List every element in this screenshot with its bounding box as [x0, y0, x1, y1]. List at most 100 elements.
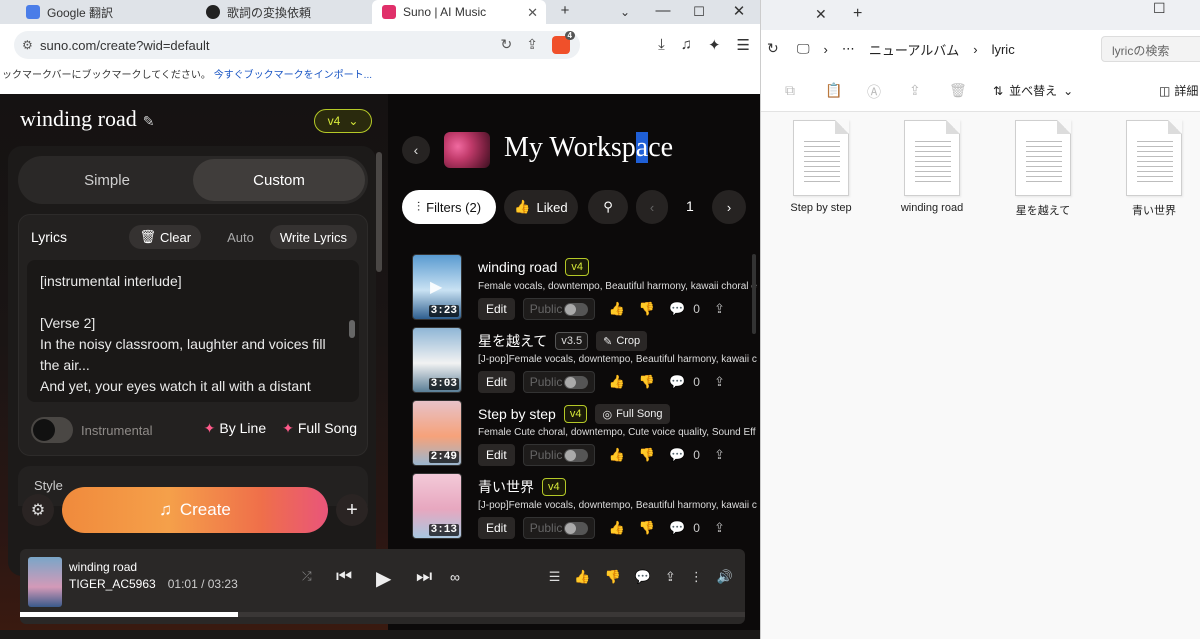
custom-mode-button[interactable]: Custom [193, 159, 365, 201]
song-title[interactable]: 青い世界 [478, 477, 534, 497]
player-cover[interactable] [28, 557, 62, 607]
music-icon[interactable]: ♫ [681, 36, 692, 54]
write-lyrics-button[interactable]: Write Lyrics [269, 225, 357, 249]
song-cover[interactable]: 2:49 [412, 400, 462, 466]
breadcrumb-item[interactable]: lyric [992, 42, 1015, 57]
song-title[interactable]: Step by step [478, 406, 556, 422]
share-icon[interactable]: ⇪ [714, 374, 725, 390]
song-cover[interactable]: 3:03 [412, 327, 462, 393]
next-track-icon[interactable]: ⏭ [416, 566, 432, 587]
minimize-icon[interactable]: — [652, 2, 674, 19]
sort-button[interactable]: ⇅ 並べ替え ⌄ [993, 82, 1073, 99]
auto-lyrics-button[interactable]: Auto [217, 225, 264, 249]
breadcrumb-item[interactable]: ニューアルバム [869, 40, 959, 59]
close-tab-icon[interactable]: ✕ [527, 5, 538, 21]
thumb-down-icon[interactable]: 👎 [639, 374, 655, 390]
playback-progress[interactable] [20, 612, 745, 617]
new-tab-icon[interactable]: + [853, 5, 862, 23]
site-settings-icon[interactable]: ⚙ [22, 38, 40, 52]
lyrics-scrollbar[interactable] [349, 270, 355, 394]
song-cover[interactable]: ▶ 3:23 [412, 254, 462, 320]
maximize-icon[interactable]: ☐ [688, 4, 710, 20]
copy-icon[interactable]: ⧉ [785, 82, 795, 99]
thumb-up-icon[interactable]: 👍 [609, 374, 625, 390]
menu-icon[interactable]: ☰ [737, 36, 750, 54]
lyrics-textarea[interactable]: [instrumental interlude] [Verse 2] In th… [27, 260, 359, 402]
thumb-up-icon[interactable]: 👍 [609, 301, 625, 317]
workspace-title[interactable]: My Workspace [504, 132, 673, 164]
song-row[interactable]: ▶ 3:23 winding road v4 Female vocals, down… [412, 254, 758, 324]
settings-gear-icon[interactable]: ⚙ [22, 494, 54, 526]
refresh-icon[interactable]: ↻ [767, 40, 779, 57]
download-icon[interactable]: ⤓ [658, 36, 665, 54]
play-icon[interactable]: ▶ [376, 566, 391, 591]
share-icon[interactable]: ⇪ [714, 447, 725, 463]
song-row[interactable]: 3:03 星を越えて v3.5 ✎ Crop [J-pop]Female vocals… [412, 327, 758, 397]
add-icon[interactable]: + [336, 494, 368, 526]
share-icon[interactable]: ⇪ [714, 520, 725, 536]
filters-button[interactable]: ⫶ Filters (2) [402, 190, 496, 224]
queue-icon[interactable]: ☰ [549, 569, 561, 585]
edit-button[interactable]: Edit [478, 371, 515, 393]
paste-icon[interactable]: 📋 [825, 82, 842, 99]
details-button[interactable]: ◫ 詳細 [1159, 82, 1198, 99]
public-toggle[interactable]: Public [522, 371, 595, 393]
song-cover[interactable]: 3:13 [412, 473, 462, 539]
new-tab-icon[interactable]: + [554, 2, 576, 19]
shuffle-icon[interactable]: ⤮ [302, 569, 312, 584]
panel-scrollbar[interactable] [376, 150, 382, 470]
liked-button[interactable]: 👍 Liked [504, 190, 578, 224]
player-artist[interactable]: TIGER_AC5963 [69, 577, 156, 591]
previous-track-icon[interactable]: ⏮ [336, 566, 352, 587]
public-toggle[interactable]: Public [522, 298, 595, 320]
import-bookmarks-link[interactable]: 今すぐブックマークをインポート... [214, 70, 372, 81]
create-button[interactable]: ♫ Create [62, 487, 328, 533]
tab-suno[interactable]: Suno | AI Music ✕ [372, 0, 546, 24]
instrumental-toggle[interactable] [31, 417, 73, 443]
edit-button[interactable]: Edit [478, 444, 515, 466]
song-title[interactable]: winding road ✎ [20, 106, 154, 132]
search-input[interactable]: lyricの検索 [1101, 36, 1200, 62]
brave-shield-icon[interactable]: 4 [552, 31, 575, 54]
volume-icon[interactable]: 🔊 [717, 569, 733, 585]
comment-icon[interactable]: 💬 [635, 569, 651, 585]
by-line-button[interactable]: ✦ By Line [204, 420, 266, 437]
play-icon[interactable]: ▶ [430, 277, 442, 297]
address-bar[interactable]: ⚙ suno.com/create?wid=default ↻ ⇪ 4 [14, 31, 580, 59]
loop-icon[interactable]: ∞ [450, 569, 460, 585]
pencil-icon[interactable]: ✎ [143, 115, 155, 130]
close-window-icon[interactable]: ✕ [728, 2, 750, 20]
monitor-icon[interactable]: 🖵 [797, 41, 810, 57]
song-title[interactable]: winding road [478, 259, 557, 275]
more-options-icon[interactable]: ⋮ [690, 569, 703, 585]
tab-google-translate[interactable]: Google 翻訳 [16, 0, 186, 24]
next-page-button[interactable]: › [712, 190, 746, 224]
tab-lyrics-request[interactable]: 歌詞の変換依頼 [196, 0, 366, 24]
thumb-down-icon[interactable]: 👎 [639, 447, 655, 463]
model-version-select[interactable]: v4 ⌄ [314, 109, 372, 133]
thumb-down-icon[interactable]: 👎 [639, 301, 655, 317]
player-title[interactable]: winding road [69, 560, 137, 574]
song-row[interactable]: 3:13 青い世界 v4 [J-pop]Female vocals, downte… [412, 473, 758, 543]
share-icon[interactable]: ⇪ [665, 569, 676, 585]
edit-button[interactable]: Edit [478, 298, 515, 320]
edit-button[interactable]: Edit [478, 517, 515, 539]
prev-page-button[interactable]: ‹ [636, 190, 668, 224]
maximize-icon[interactable]: ☐ [1153, 0, 1166, 17]
delete-icon[interactable]: 🗑 [949, 82, 967, 99]
comment-icon[interactable]: 💬 [669, 374, 685, 390]
song-list-scrollbar[interactable] [752, 254, 756, 334]
file-item[interactable]: Step by step [771, 120, 871, 214]
thumb-up-icon[interactable]: 👍 [609, 520, 625, 536]
public-toggle[interactable]: Public [522, 444, 595, 466]
close-tab-icon[interactable]: ✕ [815, 6, 827, 23]
rename-icon[interactable]: Ⓐ [867, 82, 881, 102]
full-song-button[interactable]: ✦ Full Song [282, 420, 357, 437]
thumb-down-icon[interactable]: 👎 [605, 569, 621, 585]
file-item[interactable]: 星を越えて [993, 120, 1093, 218]
share-icon[interactable]: ⇪ [526, 36, 538, 54]
ai-icon[interactable]: ✦ [708, 36, 721, 54]
tab-list-icon[interactable]: ⌄ [614, 5, 636, 19]
clear-lyrics-button[interactable]: 🗑 Clear [129, 225, 202, 249]
thumb-down-icon[interactable]: 👎 [639, 520, 655, 536]
